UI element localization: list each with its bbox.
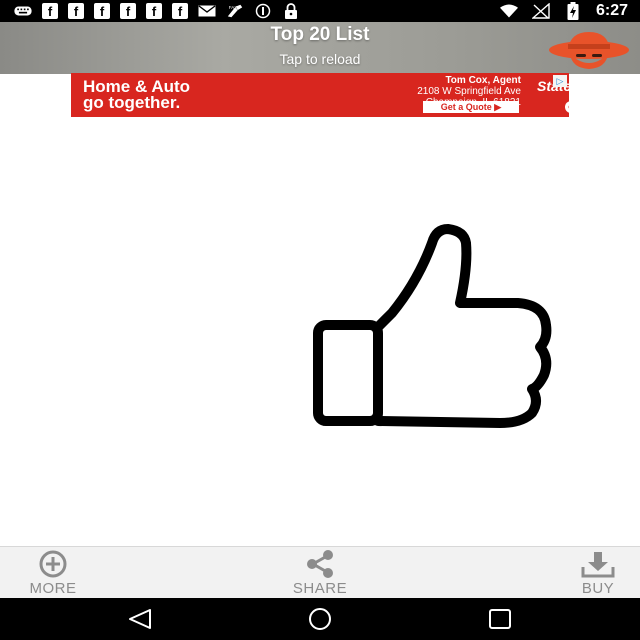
mail-icon [198, 4, 216, 18]
svg-text:FAX: FAX [229, 5, 238, 10]
phone-screen: f f f f f f FAX 6:27 Top 20 List Tap to … [0, 0, 640, 640]
signal-icon [531, 3, 550, 19]
fax-icon: FAX [226, 4, 244, 18]
do-not-disturb-icon [254, 3, 272, 19]
rating-area[interactable] [0, 117, 640, 545]
home-icon [309, 608, 331, 630]
status-bar: f f f f f f FAX 6:27 [0, 0, 640, 22]
back-button[interactable] [110, 598, 170, 640]
back-icon [129, 609, 151, 629]
download-icon [581, 552, 615, 578]
page-title: Top 20 List [270, 24, 370, 45]
state-farm-logo-icon [565, 101, 569, 113]
system-icons: 6:27 [499, 2, 640, 20]
reload-hint[interactable]: Tap to reload [0, 51, 640, 67]
keyboard-icon [14, 4, 32, 18]
ad-banner[interactable]: Home & Auto go together. Tom Cox, Agent … [71, 73, 569, 117]
recents-button[interactable] [470, 598, 530, 640]
ad-address-line1: 2108 W Springfield Ave [417, 86, 521, 97]
share-label: SHARE [292, 580, 348, 597]
ad-headline: Home & Auto go together. [83, 78, 190, 112]
app-header[interactable]: Top 20 List Tap to reload [0, 22, 640, 74]
lock-icon [282, 3, 300, 19]
share-icon [307, 550, 333, 578]
ad-agent-name: Tom Cox, Agent [445, 75, 521, 86]
more-button[interactable]: MORE [18, 547, 88, 599]
bottom-toolbar: MORE SHARE BUY [0, 546, 640, 598]
facebook-icon: f [68, 3, 84, 19]
spy-hat-icon[interactable] [546, 28, 632, 72]
notification-icons: f f f f f f FAX [0, 3, 300, 19]
plus-circle-icon [39, 550, 67, 578]
facebook-icon: f [42, 3, 58, 19]
adchoices-icon[interactable]: ▷ [553, 75, 567, 87]
facebook-icon: f [172, 3, 188, 19]
navigation-bar [0, 598, 640, 640]
facebook-icon: f [120, 3, 136, 19]
home-button[interactable] [290, 598, 350, 640]
recents-icon [489, 609, 511, 629]
get-quote-button[interactable]: Get a Quote ▶ [423, 101, 519, 113]
ad-headline-line2: go together. [83, 93, 181, 112]
clock: 6:27 [595, 2, 628, 19]
facebook-icon: f [94, 3, 110, 19]
thumbs-up-icon[interactable] [300, 217, 560, 432]
wifi-icon [499, 4, 518, 18]
buy-button[interactable]: BUY [566, 547, 630, 599]
battery-charging-icon [564, 2, 582, 20]
facebook-icon: f [146, 3, 162, 19]
buy-label: BUY [581, 580, 615, 597]
more-label: MORE [29, 580, 77, 597]
share-button[interactable]: SHARE [280, 547, 360, 599]
